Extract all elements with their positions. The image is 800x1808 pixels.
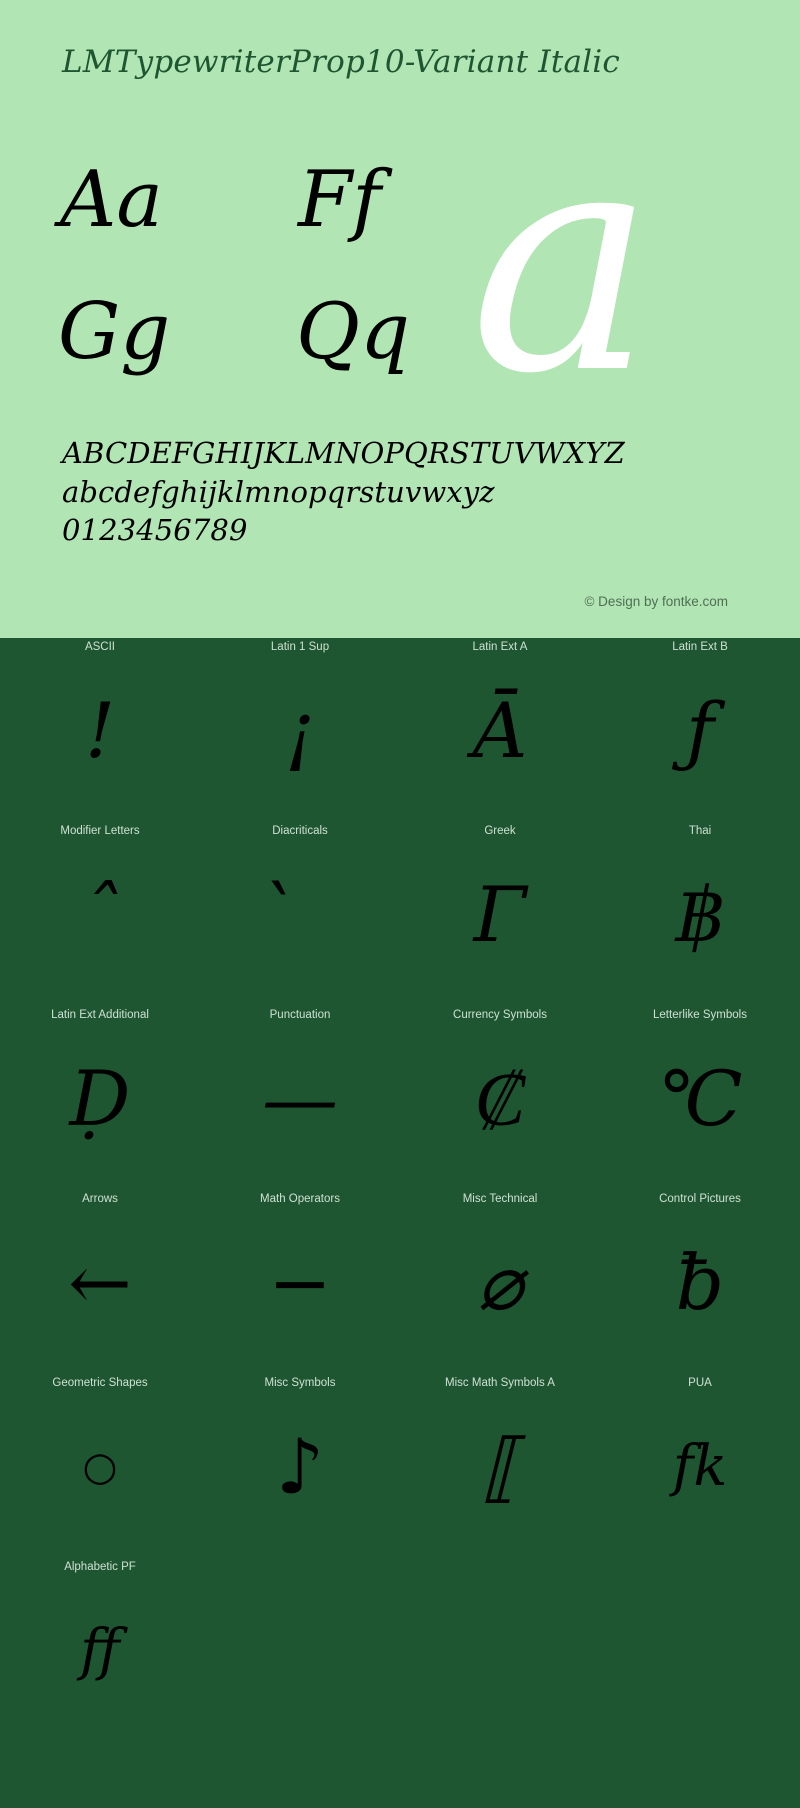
block-cell-geometric-shapes[interactable]: Geometric Shapes ○ <box>0 1374 200 1558</box>
block-cell-control-pictures[interactable]: Control Pictures ƀ <box>600 1190 800 1374</box>
block-label: Misc Symbols <box>264 1377 336 1389</box>
block-cell-ascii[interactable]: ASCII ! <box>0 638 200 822</box>
block-glyph: Ā <box>472 686 528 775</box>
block-row: Arrows ← Math Operators − Misc Technical… <box>0 1190 800 1374</box>
block-label: ASCII <box>84 641 116 653</box>
block-label: Diacriticals <box>272 825 328 837</box>
block-label: Alphabetic PF <box>64 1561 136 1573</box>
block-cell-empty <box>400 1558 600 1742</box>
block-glyph: ƀ <box>675 1238 725 1327</box>
block-label: Geometric Shapes <box>52 1377 148 1389</box>
block-glyph: Γ <box>473 870 527 959</box>
block-glyph: ○ <box>82 1444 118 1490</box>
block-cell-punctuation[interactable]: Punctuation — <box>200 1006 400 1190</box>
block-cell-latin-ext-a[interactable]: Latin Ext A Ā <box>400 638 600 822</box>
block-label: Latin Ext Additional <box>51 1009 149 1021</box>
block-label: Modifier Letters <box>60 825 140 837</box>
block-label: Latin 1 Sup <box>270 641 330 653</box>
block-label: PUA <box>688 1377 712 1389</box>
alphabet-lowercase: abcdefghijklmnopqrstuvwxyz <box>62 474 495 509</box>
block-cell-latin-1-sup[interactable]: Latin 1 Sup ¡ <box>200 638 400 822</box>
alphabet-uppercase: ABCDEFGHIJKLMNOPQRSTUVWXYZ <box>62 436 625 470</box>
block-cell-misc-math-symbols-a[interactable]: Misc Math Symbols A ⟦ <box>400 1374 600 1558</box>
letter-pair-gg: Gg <box>58 287 171 377</box>
block-label: Math Operators <box>260 1193 340 1205</box>
block-label: Arrows <box>82 1193 118 1205</box>
alphabet-sample: ABCDEFGHIJKLMNOPQRSTUVWXYZ abcdefghijklm… <box>62 434 752 550</box>
specimen-panel: LMTypewriterProp10-Variant Italic a Aa F… <box>0 0 800 638</box>
block-glyph: Ḍ <box>69 1054 131 1143</box>
block-row: Latin Ext Additional Ḍ Punctuation — Cur… <box>0 1006 800 1190</box>
block-label: Punctuation <box>269 1009 331 1021</box>
block-glyph: − <box>268 1238 332 1327</box>
block-glyph: ⌀ <box>477 1238 523 1327</box>
block-glyph: ƒ <box>685 686 715 775</box>
block-label: Greek <box>484 825 516 837</box>
block-label: Currency Symbols <box>453 1009 547 1021</box>
block-glyph: — <box>262 1054 338 1143</box>
block-cell-currency-symbols[interactable]: Currency Symbols ₡ <box>400 1006 600 1190</box>
block-label: Latin Ext A <box>472 641 528 653</box>
block-cell-latin-ext-additional[interactable]: Latin Ext Additional Ḍ <box>0 1006 200 1190</box>
block-label: Latin Ext B <box>672 641 728 653</box>
block-label: Letterlike Symbols <box>653 1009 747 1021</box>
letter-pair-aa: Aa <box>60 155 163 245</box>
block-cell-pua[interactable]: PUA fk <box>600 1374 800 1558</box>
block-label: Misc Math Symbols A <box>445 1377 555 1389</box>
hero-glyph: a <box>470 81 655 442</box>
block-cell-diacriticals[interactable]: Diacriticals ̀ <box>200 822 400 1006</box>
block-cell-empty <box>600 1558 800 1742</box>
block-glyph: ← <box>68 1238 132 1327</box>
block-cell-empty <box>200 1558 400 1742</box>
block-cell-thai[interactable]: Thai ฿ <box>600 822 800 1006</box>
block-cell-latin-ext-b[interactable]: Latin Ext B ƒ <box>600 638 800 822</box>
block-cell-modifier-letters[interactable]: Modifier Letters ˆ <box>0 822 200 1006</box>
block-row: ASCII ! Latin 1 Sup ¡ Latin Ext A Ā Lati… <box>0 638 800 822</box>
block-glyph: ฿ <box>675 870 725 959</box>
block-cell-alphabetic-pf[interactable]: Alphabetic PF ff <box>0 1558 200 1742</box>
glyph-sample-stage: a Aa Ff Gg Qq <box>0 107 800 417</box>
block-row: Alphabetic PF ff <box>0 1558 800 1742</box>
block-glyph: ₡ <box>474 1054 526 1143</box>
block-cell-letterlike-symbols[interactable]: Letterlike Symbols ℃ <box>600 1006 800 1190</box>
block-glyph: ! <box>84 686 116 775</box>
block-glyph: ff <box>80 1618 120 1683</box>
letter-pair-ff: Ff <box>298 155 381 245</box>
block-glyph: ¡ <box>284 686 316 775</box>
block-label: Control Pictures <box>659 1193 741 1205</box>
block-cell-misc-symbols[interactable]: Misc Symbols ♪ <box>200 1374 400 1558</box>
block-glyph: ♪ <box>275 1422 325 1511</box>
block-glyph: fk <box>672 1434 728 1499</box>
unicode-blocks-panel: ASCII ! Latin 1 Sup ¡ Latin Ext A Ā Lati… <box>0 638 800 1808</box>
block-cell-greek[interactable]: Greek Γ <box>400 822 600 1006</box>
block-cell-arrows[interactable]: Arrows ← <box>0 1190 200 1374</box>
block-glyph: ˆ <box>81 870 119 959</box>
block-glyph: ⟦ <box>481 1422 519 1511</box>
font-title: LMTypewriterProp10-Variant Italic <box>62 44 620 80</box>
letter-pair-qq: Qq <box>296 287 410 377</box>
block-row: Geometric Shapes ○ Misc Symbols ♪ Misc M… <box>0 1374 800 1558</box>
block-cell-misc-technical[interactable]: Misc Technical ⌀ <box>400 1190 600 1374</box>
block-row: Modifier Letters ˆ Diacriticals ̀ Greek … <box>0 822 800 1006</box>
block-glyph: ℃ <box>657 1054 743 1143</box>
design-credit: © Design by fontke.com <box>584 594 728 609</box>
block-label: Thai <box>688 825 712 837</box>
block-label: Misc Technical <box>462 1193 538 1205</box>
digit-sample: 0123456789 <box>62 513 248 548</box>
block-cell-math-operators[interactable]: Math Operators − <box>200 1190 400 1374</box>
